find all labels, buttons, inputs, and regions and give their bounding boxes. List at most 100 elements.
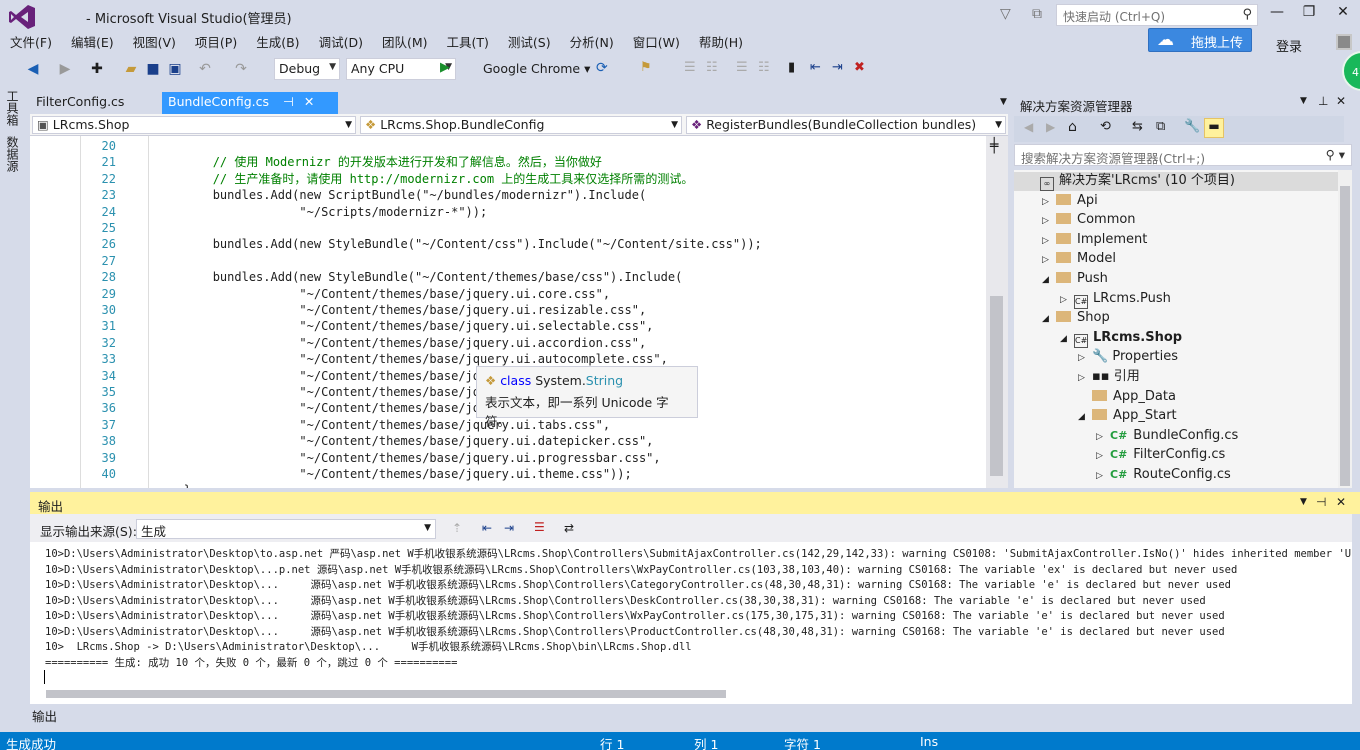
prev-message-icon[interactable]: ⇤ <box>482 521 492 535</box>
restore-button[interactable]: ❐ <box>1296 4 1322 26</box>
forward-icon[interactable]: ▶ <box>1046 120 1055 134</box>
pin-icon[interactable]: ⊣ <box>283 94 294 109</box>
browser-link-icon[interactable]: ⚑ <box>640 60 652 75</box>
solution-search-input[interactable]: 搜索解决方案资源管理器(Ctrl+;) ⚲ ▾ <box>1014 144 1352 166</box>
forward-icon[interactable]: ▶ <box>56 60 74 78</box>
tree-item[interactable]: ◢ App_Start <box>1078 407 1177 426</box>
find-message-icon[interactable]: ⇡ <box>452 521 462 535</box>
tab-bundleconfig[interactable]: BundleConfig.cs ⊣ ✕ <box>162 92 338 114</box>
history-icon[interactable]: ⟲ <box>1100 119 1111 134</box>
tree-item[interactable]: ▷ C# BundleConfig.cs <box>1096 427 1238 446</box>
tree-item[interactable]: ▷ Api <box>1042 192 1098 211</box>
login-link[interactable]: 登录 <box>1276 36 1302 55</box>
upload-button[interactable]: ☁ 拖拽上传 <box>1148 28 1252 52</box>
close-icon[interactable]: ✕ <box>1336 495 1346 509</box>
tree-item[interactable]: App_Data <box>1078 388 1176 406</box>
class-dropdown[interactable]: ❖ LRcms.Shop.BundleConfig ▼ <box>360 116 682 134</box>
preview-icon[interactable]: ▬ <box>1204 118 1224 138</box>
tree-item[interactable]: ▷ Common <box>1042 211 1136 230</box>
tree-item[interactable]: ▷ ▪▪ 引用 <box>1078 368 1140 387</box>
tree-item[interactable]: ▷ C# LRcms.Push <box>1060 290 1171 309</box>
next-bookmark-icon[interactable]: ⇥ <box>832 60 843 75</box>
menu-tools[interactable]: 工具(T) <box>447 32 489 54</box>
output-source-dropdown[interactable]: 生成 ▼ <box>136 519 436 539</box>
open-file-icon[interactable]: ▰ <box>122 60 140 78</box>
chevron-down-icon[interactable]: ▼ <box>1300 96 1307 106</box>
collapse-arrow-icon[interactable]: ◢ <box>1042 271 1056 289</box>
toolbox-tab[interactable]: 工具箱 <box>4 90 21 126</box>
collapse-arrow-icon[interactable]: ◢ <box>1078 408 1092 426</box>
close-icon[interactable]: ✕ <box>1336 94 1346 108</box>
tree-item[interactable]: ▷ Implement <box>1042 231 1147 250</box>
output-text[interactable]: 10>D:\Users\Administrator\Desktop\to.asp… <box>30 542 1352 704</box>
expand-arrow-icon[interactable]: ▷ <box>1078 349 1092 367</box>
expand-arrow-icon[interactable]: ▷ <box>1042 212 1056 230</box>
word-wrap-icon[interactable]: ⇄ <box>564 521 574 535</box>
expand-arrow-icon[interactable]: ▷ <box>1042 232 1056 250</box>
expand-arrow-icon[interactable]: ▷ <box>1042 251 1056 269</box>
chevron-down-icon[interactable]: ▼ <box>1300 497 1307 507</box>
editor-scrollbar[interactable]: ╪ <box>986 136 1008 488</box>
save-all-icon[interactable]: ▣ <box>166 60 184 78</box>
indent-icon[interactable]: ☰ <box>684 60 696 75</box>
pin-icon[interactable]: ⊥ <box>1318 94 1328 108</box>
tree-item[interactable]: ◢ Push <box>1042 270 1108 289</box>
expand-arrow-icon[interactable]: ▷ <box>1096 467 1110 485</box>
menu-team[interactable]: 团队(M) <box>382 32 428 54</box>
collapse-arrow-icon[interactable]: ◢ <box>1042 310 1056 328</box>
save-icon[interactable]: ■ <box>144 60 162 78</box>
expand-arrow-icon[interactable]: ▷ <box>1078 369 1092 387</box>
comment-icon[interactable]: ☰ <box>736 60 748 75</box>
avatar[interactable] <box>1336 34 1352 50</box>
tab-filterconfig[interactable]: FilterConfig.cs <box>30 92 160 114</box>
minimize-button[interactable]: — <box>1264 4 1290 26</box>
tree-item[interactable]: ∞ 解决方案'LRcms' (10 个项目) <box>1014 172 1338 191</box>
expand-arrow-icon[interactable]: ▷ <box>1096 428 1110 446</box>
close-icon[interactable]: ✕ <box>304 94 314 109</box>
tab-overflow-icon[interactable]: ▼ <box>994 92 1013 114</box>
menu-analyze[interactable]: 分析(N) <box>570 32 614 54</box>
run-target-button[interactable]: Google Chrome ▾ <box>483 61 590 76</box>
quick-launch-input[interactable]: 快速启动 (Ctrl+Q) ⚲ <box>1056 4 1258 26</box>
menu-build[interactable]: 生成(B) <box>256 32 299 54</box>
scroll-thumb[interactable] <box>990 296 1003 476</box>
tree-item[interactable]: ▷ Model <box>1042 250 1116 269</box>
menu-file[interactable]: 文件(F) <box>10 32 52 54</box>
refresh-icon[interactable]: ⟳ <box>596 60 608 76</box>
menu-debug[interactable]: 调试(D) <box>319 32 363 54</box>
home-icon[interactable]: ⌂ <box>1068 119 1077 135</box>
properties-wrench-icon[interactable]: 🔧 <box>1184 119 1200 134</box>
start-debug-icon[interactable]: ▶ <box>440 60 450 75</box>
filter-icon[interactable]: ▽ <box>1000 6 1011 22</box>
config-dropdown[interactable]: Debug ▼ <box>274 58 340 80</box>
next-message-icon[interactable]: ⇥ <box>504 521 514 535</box>
code-editor[interactable]: 20 21 // 使用 Modernizr 的开发版本进行开发和了解信息。然后，当… <box>30 136 1008 488</box>
tree-item[interactable]: ▷ C# FilterConfig.cs <box>1096 446 1225 465</box>
expand-arrow-icon[interactable]: ▷ <box>1042 193 1056 211</box>
pin-icon[interactable]: ⊣ <box>1316 495 1326 509</box>
expand-arrow-icon[interactable]: ▷ <box>1096 447 1110 465</box>
feedback-icon[interactable]: ⧉ <box>1032 6 1042 22</box>
collapse-arrow-icon[interactable]: ◢ <box>1060 330 1074 348</box>
tree-item[interactable]: ◢ C# LRcms.Shop <box>1060 329 1182 348</box>
menu-edit[interactable]: 编辑(E) <box>71 32 114 54</box>
prev-bookmark-icon[interactable]: ⇤ <box>810 60 821 75</box>
tree-item[interactable]: ▷ C# RouteConfig.cs <box>1096 466 1231 485</box>
clear-all-icon[interactable]: ☰ <box>534 520 545 534</box>
expand-arrow-icon[interactable]: ▷ <box>1060 291 1074 309</box>
tree-item[interactable]: ◢ Shop <box>1042 309 1110 328</box>
status-badge[interactable]: 47 <box>1342 51 1360 91</box>
sync-icon[interactable]: ⇆ <box>1132 119 1143 134</box>
tree-item[interactable]: ▷ 🔧 Properties <box>1078 348 1178 367</box>
solution-scroll-thumb[interactable] <box>1340 186 1350 486</box>
collapse-all-icon[interactable]: ⧉ <box>1156 119 1165 134</box>
output-hscroll-thumb[interactable] <box>46 690 726 698</box>
menu-view[interactable]: 视图(V) <box>133 32 176 54</box>
back-icon[interactable]: ◀ <box>24 60 42 78</box>
back-icon[interactable]: ◀ <box>1024 120 1033 134</box>
uncomment-icon[interactable]: ☷ <box>758 60 770 75</box>
menu-project[interactable]: 项目(P) <box>195 32 237 54</box>
tab-output[interactable]: 输出 <box>32 706 57 725</box>
menu-test[interactable]: 测试(S) <box>508 32 551 54</box>
menu-help[interactable]: 帮助(H) <box>699 32 743 54</box>
